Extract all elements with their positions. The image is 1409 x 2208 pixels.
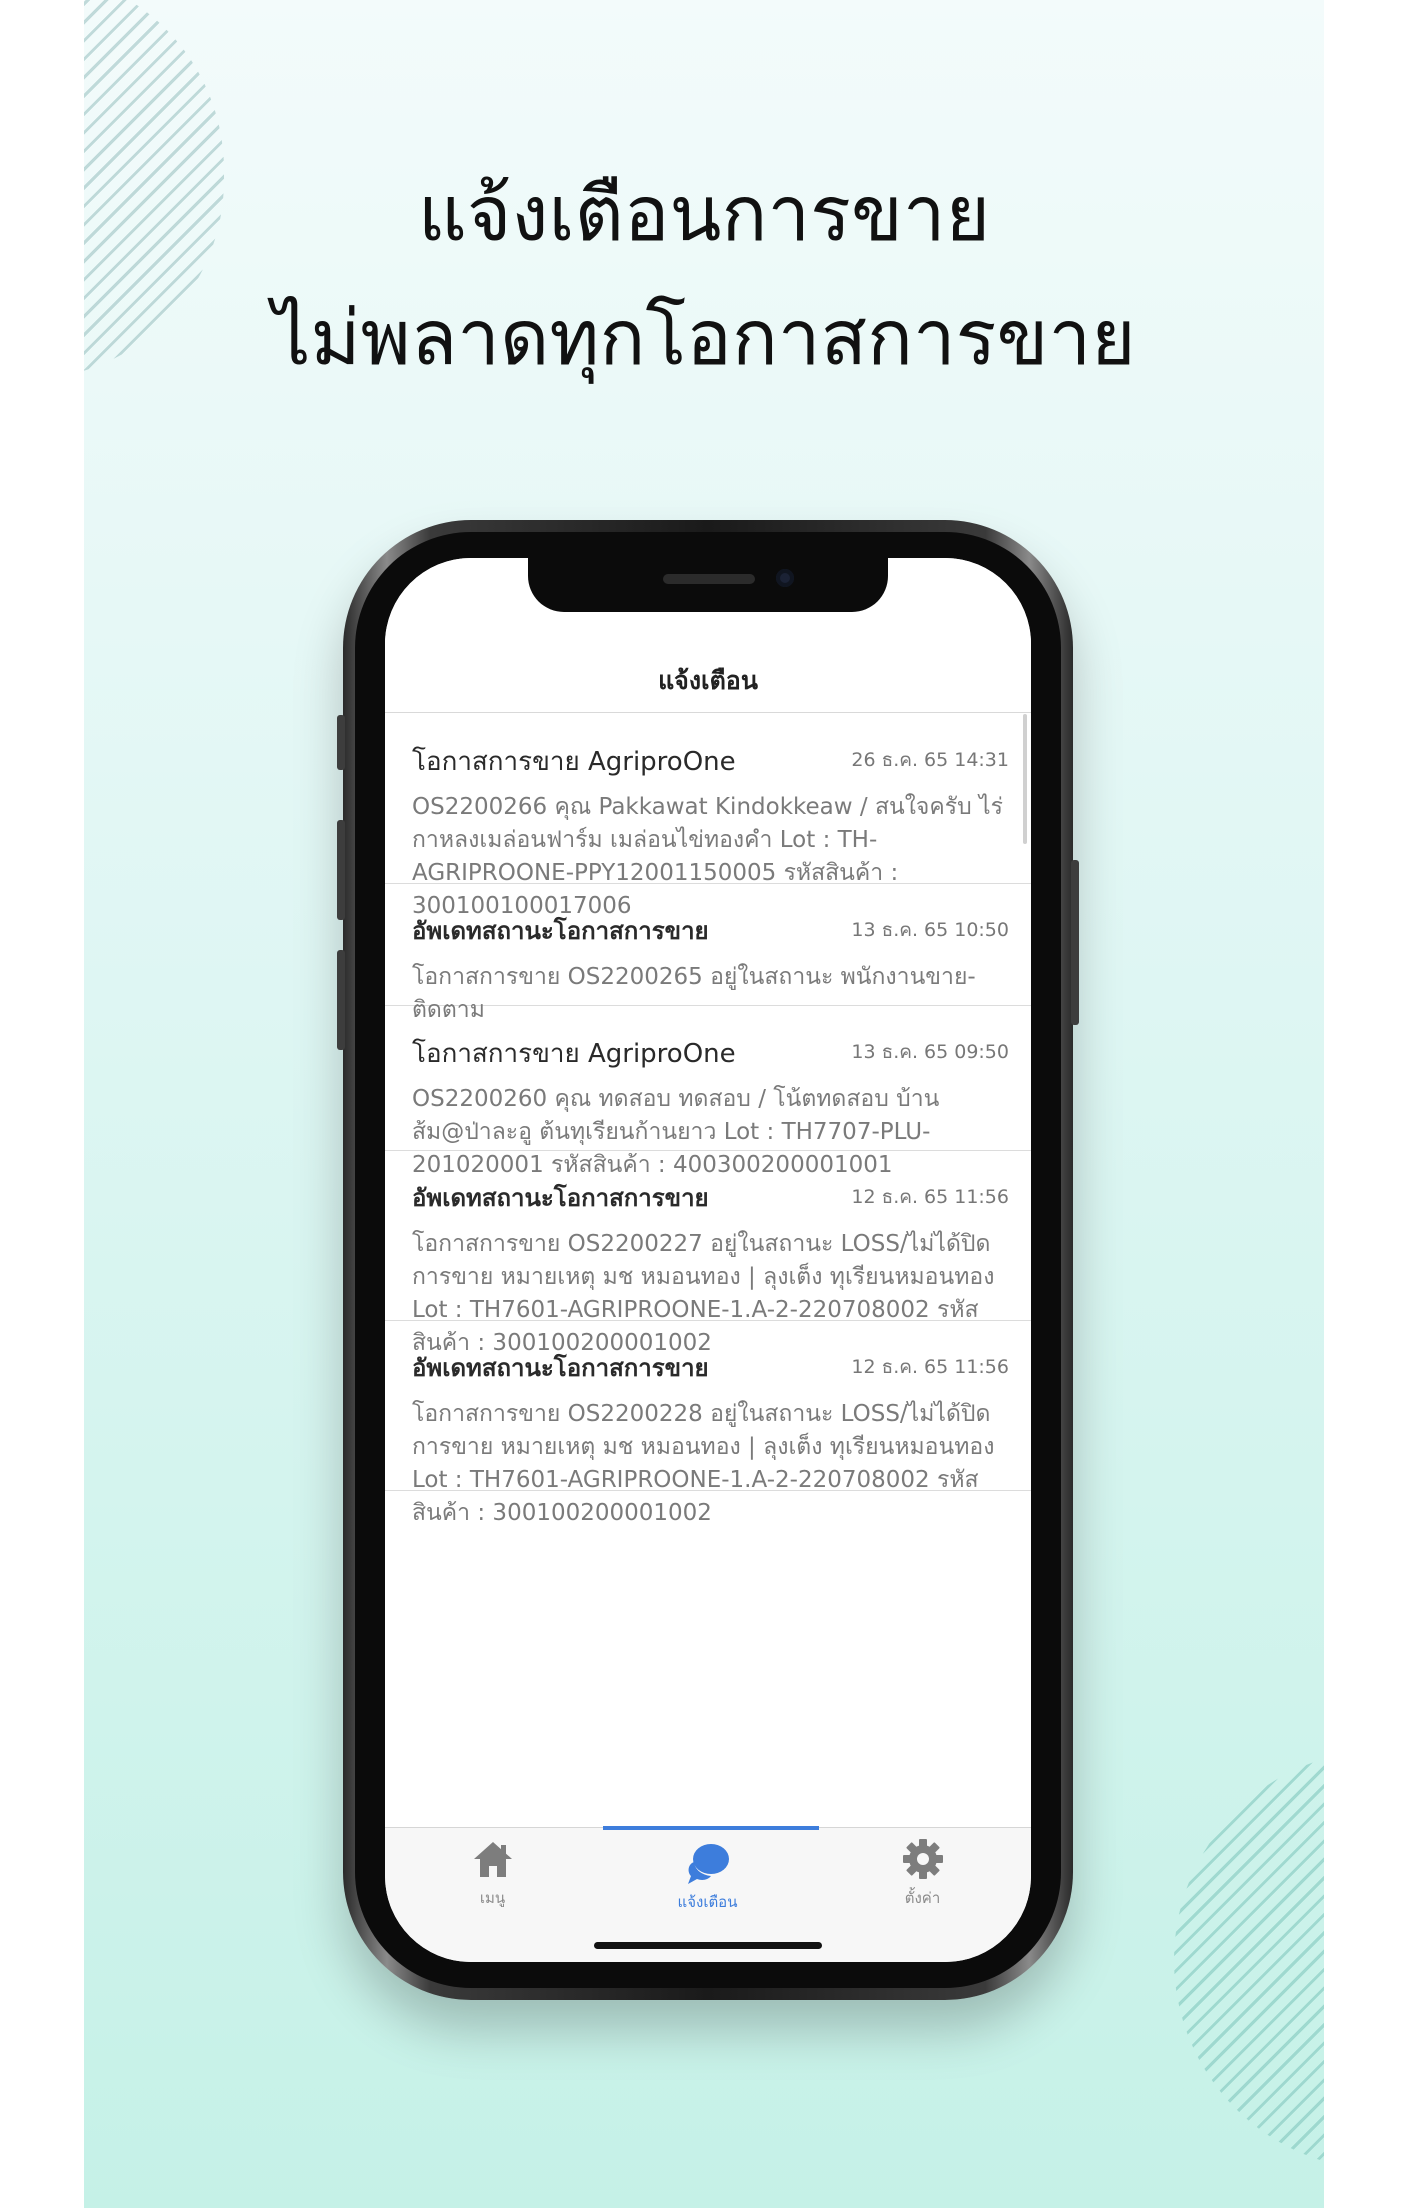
notification-title: อัพเดทสถานะโอกาสการขาย <box>412 1354 709 1382</box>
notification-title: อัพเดทสถานะโอกาสการขาย <box>412 917 709 945</box>
phone-screen: แจ้งเตือน โอกาสการขาย AgriproOne 26 ธ.ค.… <box>385 558 1031 1962</box>
notification-body: โอกาสการขาย OS2200228 อยู่ในสถานะ LOSS/ไ… <box>412 1401 995 1526</box>
phone-notch <box>528 558 888 612</box>
notification-item[interactable]: อัพเดทสถานะโอกาสการขาย 13 ธ.ค. 65 10:50 … <box>385 884 1031 1023</box>
tab-menu[interactable]: เมนู <box>385 1828 600 1928</box>
promo-headline-line2: ไม่พลาดทุกโอกาสการขาย <box>272 293 1136 382</box>
promo-headline-line1: แจ้งเตือนการขาย <box>417 169 991 258</box>
mute-switch <box>337 715 345 770</box>
notification-item[interactable]: โอกาสการขาย AgriproOne 13 ธ.ค. 65 09:50 … <box>385 1006 1031 1178</box>
notification-item[interactable]: อัพเดทสถานะโอกาสการขาย 12 ธ.ค. 65 11:56 … <box>385 1321 1031 1526</box>
notification-date: 12 ธ.ค. 65 11:56 <box>851 1186 1009 1208</box>
gear-icon <box>815 1834 1030 1884</box>
notification-title: อัพเดทสถานะโอกาสการขาย <box>412 1184 709 1212</box>
tab-settings-label: ตั้งค่า <box>904 1889 941 1907</box>
power-button <box>1071 860 1079 1025</box>
volume-up-button <box>337 820 345 920</box>
chat-bubble-icon <box>600 1838 815 1888</box>
notification-item[interactable]: อัพเดทสถานะโอกาสการขาย 12 ธ.ค. 65 11:56 … <box>385 1151 1031 1356</box>
home-indicator <box>594 1942 822 1949</box>
notification-date: 13 ธ.ค. 65 09:50 <box>851 1041 1009 1063</box>
tab-menu-label: เมนู <box>479 1889 506 1907</box>
decorative-stripes <box>1174 1750 1324 2170</box>
notification-item[interactable]: โอกาสการขาย AgriproOne 26 ธ.ค. 65 14:31 … <box>385 714 1031 919</box>
camera-icon <box>776 569 794 587</box>
tab-settings[interactable]: ตั้งค่า <box>815 1828 1030 1928</box>
notification-title: โอกาสการขาย AgriproOne <box>412 747 736 777</box>
speaker-grille <box>663 574 755 584</box>
page-title: แจ้งเตือน <box>658 666 758 695</box>
scrollbar[interactable] <box>1023 714 1027 844</box>
home-icon <box>385 1834 600 1884</box>
notification-list[interactable]: โอกาสการขาย AgriproOne 26 ธ.ค. 65 14:31 … <box>385 714 1031 1827</box>
volume-down-button <box>337 950 345 1050</box>
tab-notifications[interactable]: แจ้งเตือน <box>600 1828 815 1928</box>
notification-date: 12 ธ.ค. 65 11:56 <box>851 1356 1009 1378</box>
notification-title: โอกาสการขาย AgriproOne <box>412 1039 736 1069</box>
notification-date: 26 ธ.ค. 65 14:31 <box>851 749 1009 771</box>
notification-date: 13 ธ.ค. 65 10:50 <box>851 919 1009 941</box>
tab-notifications-label: แจ้งเตือน <box>677 1893 738 1911</box>
